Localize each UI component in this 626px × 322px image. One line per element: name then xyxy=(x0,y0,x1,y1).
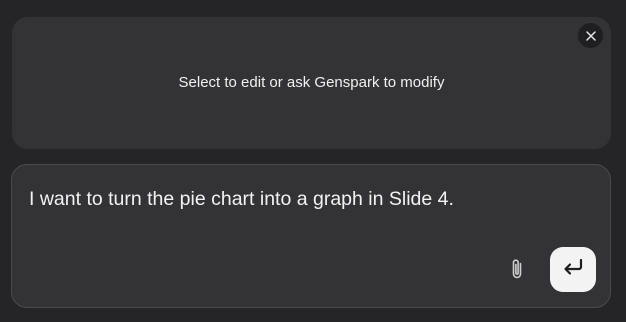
edit-prompt-widget: Select to edit or ask Genspark to modify… xyxy=(0,0,626,322)
message-composer[interactable]: I want to turn the pie chart into a grap… xyxy=(11,164,611,308)
edit-selection-panel[interactable]: Select to edit or ask Genspark to modify xyxy=(12,17,611,149)
paperclip-icon xyxy=(509,257,525,286)
close-icon xyxy=(585,30,597,42)
attach-file-button[interactable] xyxy=(504,257,530,285)
edit-hint-text: Select to edit or ask Genspark to modify xyxy=(178,74,445,91)
send-button[interactable] xyxy=(550,247,596,292)
message-input[interactable]: I want to turn the pie chart into a grap… xyxy=(29,186,586,212)
close-button[interactable] xyxy=(578,23,603,48)
enter-return-icon xyxy=(561,257,585,282)
